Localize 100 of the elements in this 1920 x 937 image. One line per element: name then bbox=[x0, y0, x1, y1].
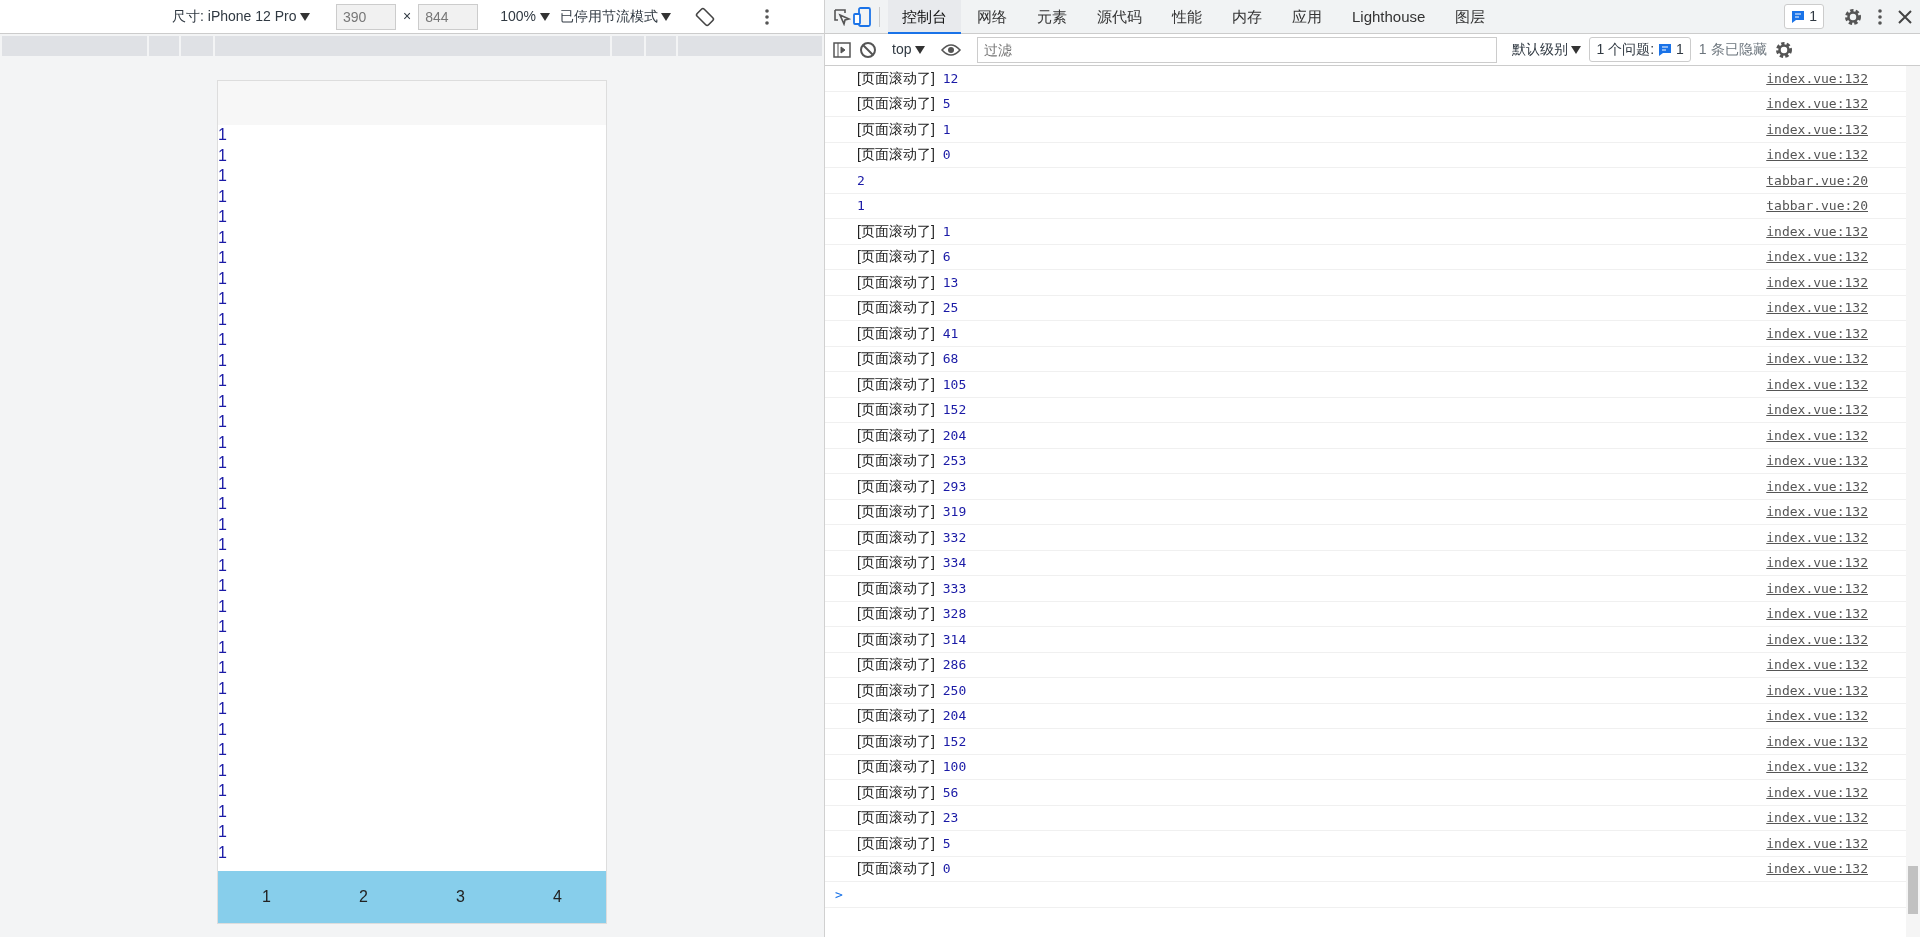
log-message: [页面滚动了] bbox=[857, 553, 935, 573]
tab-bar-item[interactable]: 4 bbox=[509, 871, 606, 923]
source-link[interactable]: index.vue:132 bbox=[1766, 425, 1868, 445]
issues-counter[interactable]: 1 个问题: 1 bbox=[1589, 37, 1691, 62]
tab-bar-item[interactable]: 1 bbox=[218, 871, 315, 923]
log-message: [页面滚动了] bbox=[857, 655, 935, 675]
caret-icon[interactable] bbox=[1571, 45, 1582, 54]
caret-icon[interactable] bbox=[661, 12, 671, 21]
levels-dropdown[interactable]: 默认级别 bbox=[1511, 39, 1582, 60]
issues-button[interactable]: 1 bbox=[1784, 4, 1824, 29]
source-link[interactable]: index.vue:132 bbox=[1766, 808, 1868, 828]
source-link[interactable]: index.vue:132 bbox=[1766, 145, 1868, 165]
source-link[interactable]: index.vue:132 bbox=[1766, 782, 1868, 802]
source-link[interactable]: index.vue:132 bbox=[1766, 323, 1868, 343]
more-icon[interactable] bbox=[765, 8, 769, 25]
log-message: [页面滚动了] bbox=[857, 629, 935, 649]
content-line: 1 bbox=[218, 289, 228, 309]
log-message: [页面滚动了] bbox=[857, 119, 935, 139]
devtools-tab[interactable]: 元素 bbox=[1023, 0, 1081, 34]
devtools-tab[interactable]: 控制台 bbox=[888, 0, 961, 34]
height-field[interactable]: 844 bbox=[418, 3, 479, 30]
source-link[interactable]: index.vue:132 bbox=[1766, 604, 1868, 624]
log-message: [页面滚动了] bbox=[857, 578, 935, 598]
inspect-icon[interactable] bbox=[833, 7, 851, 26]
close-icon[interactable] bbox=[1898, 9, 1912, 24]
source-link[interactable]: index.vue:132 bbox=[1766, 706, 1868, 726]
source-link[interactable]: index.vue:132 bbox=[1766, 400, 1868, 420]
device-dropdown[interactable]: 尺寸: iPhone 12 Pro bbox=[172, 6, 310, 27]
source-link[interactable]: index.vue:132 bbox=[1766, 731, 1868, 751]
throttle-dropdown[interactable]: 已停用节流模式 bbox=[559, 6, 671, 27]
content-line: 1 bbox=[218, 391, 228, 412]
log-message: [页面滚动了] bbox=[857, 94, 935, 114]
content-line: 1 bbox=[218, 473, 228, 494]
devtools-tab[interactable]: 源代码 bbox=[1083, 0, 1156, 34]
source-link[interactable]: index.vue:132 bbox=[1766, 629, 1868, 649]
source-link[interactable]: index.vue:132 bbox=[1766, 757, 1868, 777]
content-line: 1 bbox=[218, 453, 228, 473]
source-link[interactable]: index.vue:132 bbox=[1766, 119, 1868, 139]
settings-icon[interactable] bbox=[1844, 7, 1862, 26]
devtools-tab[interactable]: 内存 bbox=[1218, 0, 1276, 34]
log-value: 152 bbox=[942, 732, 967, 751]
log-value: 314 bbox=[942, 630, 967, 649]
source-link[interactable]: index.vue:132 bbox=[1766, 578, 1868, 598]
source-link[interactable]: index.vue:132 bbox=[1766, 527, 1868, 547]
source-link[interactable]: tabbar.vue:20 bbox=[1766, 196, 1868, 216]
tab-bar-item[interactable]: 3 bbox=[412, 871, 509, 923]
clear-icon[interactable] bbox=[859, 40, 877, 59]
source-link[interactable]: index.vue:132 bbox=[1766, 502, 1868, 522]
sidebar-icon[interactable] bbox=[833, 40, 851, 59]
source-link[interactable]: index.vue:132 bbox=[1766, 680, 1868, 700]
source-link[interactable]: index.vue:132 bbox=[1766, 476, 1868, 496]
content-line: 1 bbox=[218, 678, 228, 699]
rotate-icon[interactable] bbox=[695, 6, 715, 27]
log-value: 319 bbox=[942, 503, 967, 521]
devtools-tab[interactable]: 性能 bbox=[1158, 0, 1216, 34]
scrollbar-thumb[interactable] bbox=[1908, 866, 1918, 914]
log-message: [页面滚动了] bbox=[857, 68, 935, 88]
content-line: 1 bbox=[218, 309, 228, 330]
width-field[interactable]: 390 bbox=[336, 3, 396, 30]
devtools-tab[interactable]: 图层 bbox=[1441, 0, 1500, 34]
source-link[interactable]: index.vue:132 bbox=[1766, 94, 1868, 114]
source-link[interactable]: index.vue:132 bbox=[1766, 68, 1868, 88]
source-link[interactable]: index.vue:132 bbox=[1766, 247, 1868, 267]
log-message: [页面滚动了] bbox=[857, 706, 935, 726]
source-link[interactable]: index.vue:132 bbox=[1766, 298, 1868, 318]
log-message: [页面滚动了] bbox=[857, 374, 935, 394]
log-message: [页面滚动了] bbox=[857, 476, 935, 496]
context-dropdown[interactable]: top bbox=[892, 39, 925, 60]
devtools-tab[interactable]: Lighthouse bbox=[1338, 0, 1440, 34]
caret-icon[interactable] bbox=[300, 12, 310, 21]
log-message: [页面滚动了] bbox=[857, 731, 935, 751]
more-icon[interactable] bbox=[1878, 8, 1882, 25]
log-value: 1 bbox=[942, 120, 951, 139]
device-icon[interactable] bbox=[853, 6, 871, 27]
source-link[interactable]: index.vue:132 bbox=[1766, 833, 1868, 853]
settings-icon[interactable] bbox=[1774, 40, 1793, 59]
source-link[interactable]: index.vue:132 bbox=[1766, 349, 1868, 369]
prompt-icon[interactable]: > bbox=[835, 884, 843, 904]
log-value: 68 bbox=[942, 350, 959, 368]
source-link[interactable]: index.vue:132 bbox=[1766, 859, 1868, 879]
tab-bar-item[interactable]: 2 bbox=[315, 871, 412, 923]
devtools-tab[interactable]: 应用 bbox=[1278, 0, 1336, 34]
filter-field[interactable]: 过滤 bbox=[976, 36, 1497, 63]
source-link[interactable]: index.vue:132 bbox=[1766, 655, 1868, 675]
source-link[interactable]: tabbar.vue:20 bbox=[1766, 170, 1868, 190]
eye-icon[interactable] bbox=[940, 42, 961, 57]
hidden-count: 1 条已隐藏 bbox=[1698, 40, 1767, 59]
source-link[interactable]: index.vue:132 bbox=[1766, 221, 1868, 241]
log-message: [页面滚动了] bbox=[857, 680, 935, 700]
zoom-dropdown[interactable]: 100% bbox=[500, 6, 550, 27]
source-link[interactable]: index.vue:132 bbox=[1766, 272, 1868, 292]
source-link[interactable]: index.vue:132 bbox=[1766, 451, 1868, 471]
devtools-tab[interactable]: 网络 bbox=[963, 0, 1021, 34]
caret-icon[interactable] bbox=[539, 12, 550, 21]
caret-icon[interactable] bbox=[914, 45, 925, 54]
log-value: 12 bbox=[942, 69, 959, 88]
source-link[interactable]: index.vue:132 bbox=[1766, 553, 1868, 573]
log-value: 253 bbox=[942, 452, 967, 470]
source-link[interactable]: index.vue:132 bbox=[1766, 374, 1868, 394]
log-value: 286 bbox=[942, 656, 967, 674]
